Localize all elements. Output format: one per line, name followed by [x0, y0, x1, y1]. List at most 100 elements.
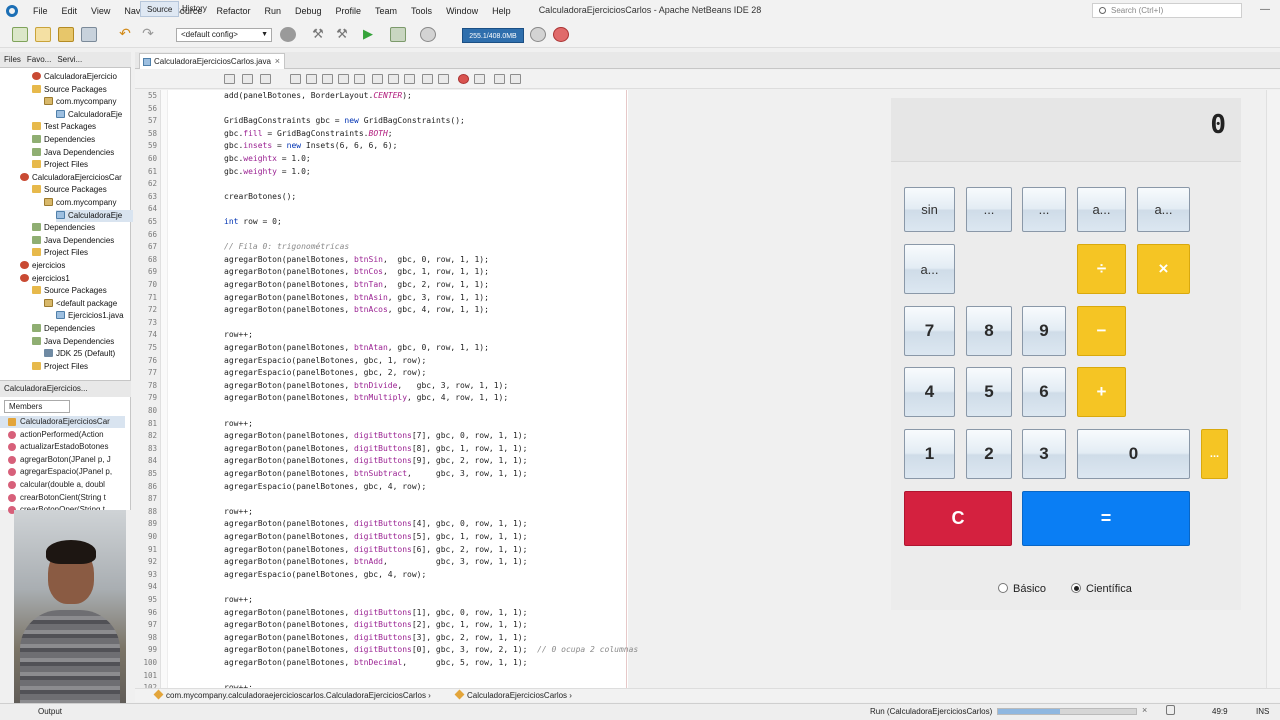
project-tree-item[interactable]: Dependencies [32, 134, 133, 146]
gc-icon[interactable] [530, 27, 546, 42]
mode-scientific-radio[interactable]: Científica [1071, 583, 1132, 595]
menu-profile[interactable]: Profile [329, 6, 369, 16]
asin-button[interactable]: a... [1077, 187, 1126, 232]
globe-icon[interactable] [280, 27, 296, 42]
new-project-icon[interactable] [12, 27, 28, 42]
equals-button[interactable]: = [1022, 491, 1190, 546]
clean-build-icon[interactable]: ⚒ [334, 27, 350, 42]
next-bookmark-icon[interactable] [388, 74, 399, 84]
project-tree-item[interactable]: JDK 25 (Default) [44, 348, 133, 360]
forward-icon[interactable] [260, 74, 271, 84]
window-minimize-button[interactable]: — [1250, 0, 1280, 22]
project-tree-item[interactable]: Test Packages [32, 121, 133, 133]
tan-button[interactable]: ... [1022, 187, 1066, 232]
breadcrumb-class[interactable]: CalculadoraEjerciciosCarlos › [454, 689, 572, 702]
menu-run[interactable]: Run [257, 6, 288, 16]
member-item[interactable]: agregarBoton(JPanel p, J [0, 454, 125, 466]
cancel-run-icon[interactable]: × [1142, 705, 1147, 715]
undo-icon[interactable]: ↶ [117, 26, 133, 42]
clear-button[interactable]: C [904, 491, 1012, 546]
stop-macro-icon[interactable] [474, 74, 485, 84]
new-file-icon[interactable] [35, 27, 51, 42]
add-button[interactable]: + [1077, 367, 1126, 417]
tab-services[interactable]: Servi... [57, 55, 82, 64]
project-tree-item[interactable]: Source Packages [32, 285, 133, 297]
digit-1-button[interactable]: 1 [904, 429, 955, 479]
project-tree-item[interactable]: Java Dependencies [32, 235, 133, 247]
multiply-button[interactable]: × [1137, 244, 1190, 294]
project-tree-item[interactable]: Java Dependencies [32, 147, 133, 159]
redo-icon[interactable]: ↷ [140, 26, 156, 42]
digit-0-button[interactable]: 0 [1077, 429, 1190, 479]
project-tree-item[interactable]: CalculadoraEje [56, 209, 133, 222]
menu-edit[interactable]: Edit [55, 6, 85, 16]
find-next-icon[interactable] [322, 74, 333, 84]
run-icon[interactable]: ▶ [360, 27, 376, 42]
tab-favorites[interactable]: Favo... [27, 55, 51, 64]
project-tree-item[interactable]: ejercicios [20, 260, 133, 272]
project-tree-item[interactable]: CalculadoraEjercicio [32, 71, 133, 83]
hammer-icon[interactable]: ⚒ [310, 27, 326, 42]
project-tree-item[interactable]: Ejercicios1.java [56, 310, 133, 322]
digit-3-button[interactable]: 3 [1022, 429, 1066, 479]
project-tree-item[interactable]: CalculadoraEje [56, 109, 133, 121]
atan-button[interactable]: a... [904, 244, 955, 294]
member-item[interactable]: actualizarEstadoBotones [0, 441, 125, 453]
shift-right-icon[interactable] [438, 74, 449, 84]
memory-indicator[interactable]: 255.1/408.0MB [462, 28, 524, 43]
start-macro-icon[interactable] [458, 74, 469, 84]
subtract-button[interactable]: − [1077, 306, 1126, 356]
digit-5-button[interactable]: 5 [966, 367, 1012, 417]
debug-icon[interactable] [390, 27, 406, 42]
project-tree-item[interactable]: Dependencies [32, 323, 133, 335]
project-tree-item[interactable]: Project Files [32, 361, 133, 373]
project-tree-item[interactable]: Java Dependencies [32, 336, 133, 348]
acos-button[interactable]: a... [1137, 187, 1190, 232]
project-tree-item[interactable]: Dependencies [32, 222, 133, 234]
config-select[interactable]: <default config> ▼ [176, 28, 272, 42]
divide-button[interactable]: ÷ [1077, 244, 1126, 294]
open-project-icon[interactable] [58, 27, 74, 42]
digit-7-button[interactable]: 7 [904, 306, 955, 356]
mode-basic-radio[interactable]: Básico [998, 583, 1046, 595]
cos-button[interactable]: ... [966, 187, 1012, 232]
digit-9-button[interactable]: 9 [1022, 306, 1066, 356]
project-tree-item[interactable]: Source Packages [32, 184, 133, 196]
last-edit-icon[interactable] [224, 74, 235, 84]
digit-2-button[interactable]: 2 [966, 429, 1012, 479]
tab-calculadora-java[interactable]: CalculadoraEjerciciosCarlos.java × [139, 53, 285, 69]
sin-button[interactable]: sin [904, 187, 955, 232]
toggle-highlight-icon[interactable] [338, 74, 349, 84]
profile-icon[interactable] [420, 27, 436, 42]
menu-refactor[interactable]: Refactor [209, 6, 257, 16]
member-item[interactable]: agregarEspacio(JPanel p, [0, 466, 125, 478]
uncomment-icon[interactable] [510, 74, 521, 84]
find-icon[interactable] [290, 74, 301, 84]
project-tree-item[interactable]: Source Packages [32, 84, 133, 96]
search-input[interactable]: Search (Ctrl+I) [1092, 3, 1242, 18]
editor-scrollbar[interactable] [1266, 90, 1280, 688]
digit-6-button[interactable]: 6 [1022, 367, 1066, 417]
history-tab[interactable]: History [176, 1, 213, 17]
menu-debug[interactable]: Debug [288, 6, 329, 16]
notifications-icon[interactable] [1166, 705, 1175, 715]
project-tree-item[interactable]: CalculadoraEjerciciosCar [20, 172, 133, 184]
comment-icon[interactable] [494, 74, 505, 84]
menu-window[interactable]: Window [439, 6, 485, 16]
source-tab[interactable]: Source [140, 1, 180, 17]
members-filter-select[interactable]: Members [4, 400, 70, 413]
close-icon[interactable]: × [275, 54, 280, 69]
project-tree-item[interactable]: <default package [44, 298, 133, 310]
digit-8-button[interactable]: 8 [966, 306, 1012, 356]
decimal-button[interactable]: ... [1201, 429, 1228, 479]
toggle-rect-select-icon[interactable] [354, 74, 365, 84]
menu-team[interactable]: Team [368, 6, 404, 16]
toggle-bookmark-icon[interactable] [404, 74, 415, 84]
stop-profile-icon[interactable] [553, 27, 569, 42]
member-item[interactable]: CalculadoraEjerciciosCar [0, 416, 125, 428]
prev-bookmark-icon[interactable] [372, 74, 383, 84]
project-tree-item[interactable]: com.mycompany [44, 96, 133, 108]
project-tree-item[interactable]: ejercicios1 [20, 273, 133, 285]
digit-4-button[interactable]: 4 [904, 367, 955, 417]
shift-left-icon[interactable] [422, 74, 433, 84]
